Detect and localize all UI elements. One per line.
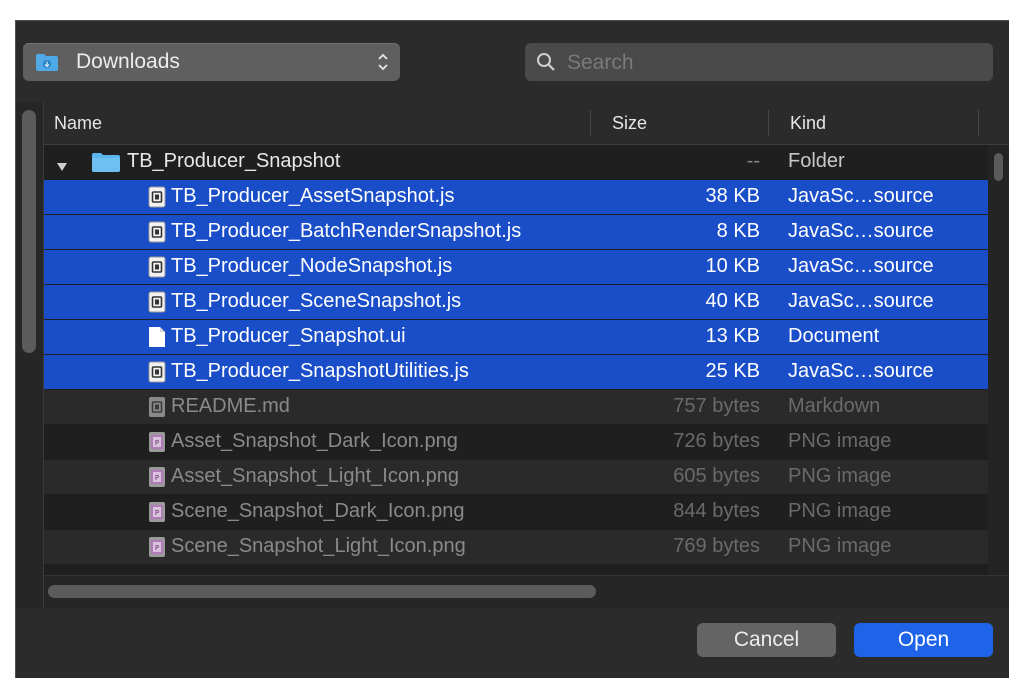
file-row[interactable]: P Scene_Snapshot_Dark_Icon.png 844 bytes PN…	[44, 495, 988, 529]
file-name: TB_Producer_AssetSnapshot.js	[171, 185, 455, 207]
column-divider[interactable]	[768, 110, 769, 136]
file-size: 605 bytes	[673, 465, 760, 487]
file-name: README.md	[171, 395, 290, 417]
column-divider[interactable]	[978, 110, 979, 136]
file-name: Scene_Snapshot_Light_Icon.png	[171, 535, 466, 557]
svg-text:P: P	[155, 544, 159, 552]
file-kind: PNG image	[788, 430, 892, 452]
location-popup[interactable]: Downloads	[23, 43, 400, 81]
open-button[interactable]: Open	[854, 623, 993, 657]
file-name: TB_Producer_SceneSnapshot.js	[171, 290, 462, 312]
file-name: Asset_Snapshot_Light_Icon.png	[171, 465, 459, 487]
file-kind: PNG image	[788, 535, 892, 557]
column-kind[interactable]: Kind	[790, 113, 826, 134]
markdown-file-icon	[148, 396, 166, 424]
file-size: 13 KB	[705, 325, 760, 347]
disclosure-triangle-icon[interactable]	[56, 156, 68, 171]
file-kind: Markdown	[788, 395, 881, 417]
file-size: 38 KB	[705, 185, 760, 207]
file-size: --	[746, 150, 760, 172]
file-kind: PNG image	[788, 500, 892, 522]
file-row[interactable]: TB_Producer_SceneSnapshot.js 40 KB JavaSc……	[44, 285, 988, 319]
chevron-updown-icon	[378, 53, 388, 71]
file-row[interactable]: TB_Producer_NodeSnapshot.js 10 KB JavaSc…s…	[44, 250, 988, 284]
js-file-icon	[148, 361, 166, 389]
file-size: 757 bytes	[673, 395, 760, 417]
file-kind: JavaSc…source	[788, 255, 934, 277]
file-name: Scene_Snapshot_Dark_Icon.png	[171, 500, 465, 522]
file-browser: Name Size Kind TB_Producer_Snapshot -- Fol…	[16, 102, 1009, 608]
file-size: 8 KB	[716, 220, 760, 242]
search-field[interactable]	[525, 43, 993, 81]
vertical-scrollbar[interactable]	[988, 145, 1009, 575]
file-name: TB_Producer_Snapshot.ui	[171, 325, 406, 347]
sidebar-scroll-thumb[interactable]	[22, 110, 36, 353]
file-row[interactable]: TB_Producer_SnapshotUtilities.js 25 KB Jav…	[44, 355, 988, 389]
js-file-icon	[148, 186, 166, 214]
search-input[interactable]	[565, 47, 969, 79]
file-row[interactable]: README.md 757 bytes Markdown	[44, 390, 988, 424]
column-size[interactable]: Size	[612, 113, 647, 134]
cancel-button[interactable]: Cancel	[697, 623, 836, 657]
file-kind: JavaSc…source	[788, 290, 934, 312]
file-row[interactable]: TB_Producer_AssetSnapshot.js 38 KB JavaSc……	[44, 180, 988, 214]
file-row[interactable]: P Asset_Snapshot_Light_Icon.png 605 bytes P…	[44, 460, 988, 494]
file-kind: JavaSc…source	[788, 360, 934, 382]
svg-text:P: P	[155, 439, 159, 447]
horizontal-scroll-thumb[interactable]	[48, 585, 596, 598]
png-file-icon: P	[148, 536, 166, 564]
open-file-dialog: Downloads Name Size Kind TB_Producer_Sna…	[15, 20, 1009, 678]
search-icon	[537, 53, 555, 71]
file-row[interactable]: P Asset_Snapshot_Dark_Icon.png 726 bytes PN…	[44, 425, 988, 459]
column-header: Name Size Kind	[44, 102, 1009, 145]
file-kind: PNG image	[788, 465, 892, 487]
file-list: TB_Producer_Snapshot -- Folder TB_Producer_…	[44, 145, 988, 565]
column-name[interactable]: Name	[54, 113, 102, 134]
png-file-icon: P	[148, 466, 166, 494]
horizontal-scrollbar[interactable]	[44, 575, 1009, 608]
file-size: 25 KB	[705, 360, 760, 382]
file-name: TB_Producer_NodeSnapshot.js	[171, 255, 453, 277]
folder-icon	[92, 152, 120, 178]
file-size: 10 KB	[705, 255, 760, 277]
js-file-icon	[148, 291, 166, 319]
file-name: Asset_Snapshot_Dark_Icon.png	[171, 430, 458, 452]
file-name: TB_Producer_Snapshot	[127, 150, 341, 172]
file-kind: JavaSc…source	[788, 185, 934, 207]
file-size: 844 bytes	[673, 500, 760, 522]
file-size: 40 KB	[705, 290, 760, 312]
file-kind: JavaSc…source	[788, 220, 934, 242]
file-kind: Document	[788, 325, 880, 347]
file-row[interactable]: TB_Producer_BatchRenderSnapshot.js 8 KB Ja…	[44, 215, 988, 249]
js-file-icon	[148, 221, 166, 249]
png-file-icon: P	[148, 431, 166, 459]
png-file-icon: P	[148, 501, 166, 529]
file-size: 726 bytes	[673, 430, 760, 452]
location-label: Downloads	[76, 50, 180, 73]
downloads-folder-icon	[36, 54, 58, 71]
sidebar-scrollbar[interactable]	[16, 102, 44, 608]
svg-text:P: P	[155, 509, 159, 517]
folder-row[interactable]: TB_Producer_Snapshot -- Folder	[44, 145, 988, 179]
file-name: TB_Producer_SnapshotUtilities.js	[171, 360, 469, 382]
vertical-scroll-thumb[interactable]	[994, 153, 1003, 181]
file-row[interactable]: P Scene_Snapshot_Light_Icon.png 769 bytes P…	[44, 530, 988, 564]
file-size: 769 bytes	[673, 535, 760, 557]
svg-text:P: P	[155, 474, 159, 482]
js-file-icon	[148, 256, 166, 284]
column-divider[interactable]	[590, 110, 591, 136]
document-icon	[148, 326, 166, 354]
file-name: TB_Producer_BatchRenderSnapshot.js	[171, 220, 522, 242]
file-row[interactable]: TB_Producer_Snapshot.ui 13 KB Document	[44, 320, 988, 354]
file-kind: Folder	[788, 150, 845, 172]
